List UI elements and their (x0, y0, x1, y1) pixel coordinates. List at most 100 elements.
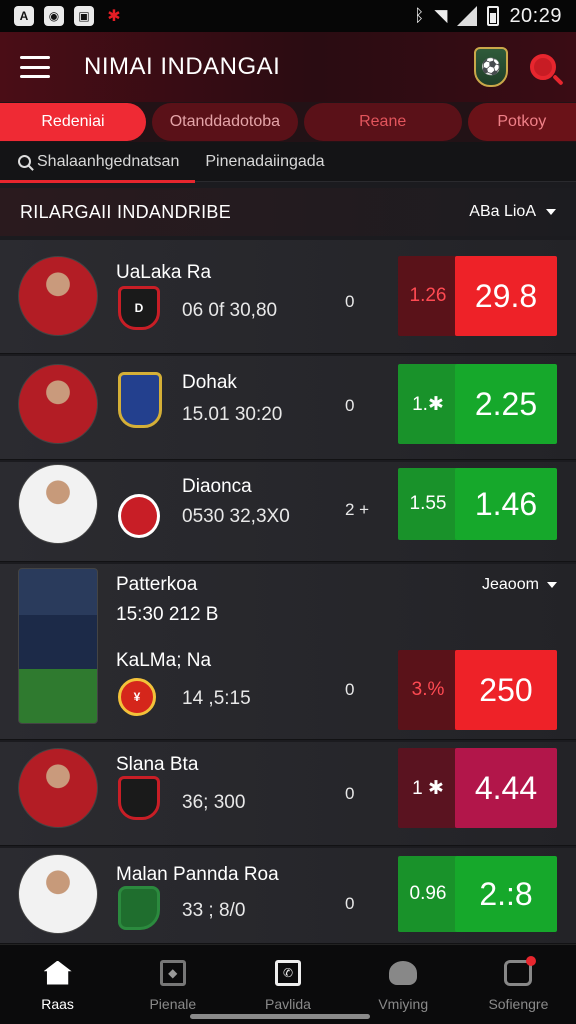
status-bar: A ◉ ▣ ✱ ᛒ ◥ 20:29 (0, 0, 576, 32)
match-score: 0 (345, 784, 355, 803)
team-name: Diaonca (182, 476, 252, 497)
filter-label: ABa LioA (469, 203, 536, 220)
tab-otanddadotoba[interactable]: Otanddadotoba (151, 103, 298, 141)
nav-label: Raas (41, 995, 74, 1012)
menu-icon[interactable] (20, 56, 50, 78)
status-time: 20:29 (509, 4, 562, 27)
tab-reane[interactable]: Reane (303, 103, 462, 141)
club-crest-icon (118, 494, 160, 538)
match-row[interactable]: Diaonca 0530 32,3X0 2 + 1.55 1.46 (0, 462, 576, 562)
home-indicator[interactable] (190, 1014, 370, 1019)
match-score: 0 (345, 292, 355, 311)
match-row[interactable]: UaLaka Ra D 06 0f 30,80 0 1.26 29.8 (0, 240, 576, 354)
team-name: Dohak (182, 372, 237, 393)
match-row[interactable]: Slana Bta 36; 300 0 1 ✱ 4.44 (0, 742, 576, 846)
club-crest-icon (118, 886, 160, 930)
bell-icon (388, 958, 418, 988)
battery-icon (487, 6, 500, 26)
odd-main-button[interactable]: 29.8 (455, 256, 557, 336)
match-time: 06 0f 30,80 (182, 300, 278, 321)
nav-item-home[interactable]: Raas (0, 945, 115, 1024)
search-small-icon (18, 155, 31, 168)
match-time: 33 ; 8/0 (182, 900, 246, 921)
team-name: UaLaka Ra (116, 262, 212, 283)
subtab-search[interactable]: Shalaanhgednatsan (0, 152, 196, 183)
match-score: 2 + (345, 500, 370, 519)
match-time: 15.01 30:20 (182, 404, 283, 425)
filter-dropdown[interactable]: ABa LioA (469, 203, 556, 221)
player-avatar (18, 748, 98, 828)
match-score: 0 (345, 680, 355, 699)
match-row-group[interactable]: Patterkoa 15:30 212 B Jeaoom KaLMa; Na ¥… (0, 564, 576, 740)
card-icon: ◆ (158, 958, 188, 988)
odd-small-button[interactable]: 1.26 (398, 256, 458, 336)
group-filter-dropdown[interactable]: Jeaoom (482, 576, 557, 594)
group-filter-label: Jeaoom (482, 576, 539, 593)
match-time: 36; 300 (182, 792, 246, 813)
nav-label: Sofiengre (488, 995, 549, 1012)
match-row[interactable]: Malan Pannda Roa 33 ; 8/0 0 0.96 2.:8 (0, 848, 576, 944)
odd-main-button[interactable]: 1.46 (455, 468, 557, 540)
nav-label: Pienale (149, 995, 197, 1012)
nav-item-pavlida[interactable]: ✆ Pavlida (230, 945, 345, 1024)
odd-main-button[interactable]: 4.44 (455, 748, 557, 828)
player-avatar (18, 464, 98, 544)
match-score: 0 (345, 396, 355, 415)
category-tabs: Redeniai Otanddadotoba Reane Potkoy (0, 102, 576, 142)
notification-icons: A ◉ ▣ ✱ (14, 6, 124, 26)
nav-item-sofiengre[interactable]: Sofiengre (461, 945, 576, 1024)
app-icon-b: ◉ (44, 6, 64, 26)
match-time: 0530 32,3X0 (182, 506, 290, 527)
match-score: 0 (345, 894, 355, 913)
odd-main-button[interactable]: 250 (455, 650, 557, 730)
chevron-down-icon (546, 209, 556, 215)
nav-item-vmiying[interactable]: Vmiying (346, 945, 461, 1024)
app-icon-a: A (14, 6, 34, 26)
odd-main-button[interactable]: 2.25 (455, 364, 557, 444)
nav-label: Vmiying (378, 995, 429, 1012)
club-crest-icon (118, 372, 162, 428)
settings-icon (503, 955, 537, 988)
player-avatar (18, 568, 98, 724)
bottom-nav: Raas ◆ Pienale ✆ Pavlida Vmiying Sofieng… (0, 944, 576, 1024)
match-row[interactable]: Dohak 15.01 30:20 0 1.✱ 2.25 (0, 356, 576, 460)
home-icon (43, 958, 73, 988)
group-title: Patterkoa (116, 574, 198, 595)
player-avatar (18, 256, 98, 336)
bluetooth-icon: ᛒ (414, 6, 425, 25)
tab-redeniai[interactable]: Redeniai (0, 103, 146, 141)
nav-label: Pavlida (265, 995, 311, 1012)
wifi-icon: ◥ (434, 6, 448, 25)
section-title: RILARGAII INDANDRIBE (20, 201, 232, 222)
app-bar: NIMAI INDANGAI ⚽ (0, 32, 576, 102)
club-crest-icon: D (118, 286, 160, 330)
chevron-down-icon (546, 582, 557, 588)
subtab-second[interactable]: Pinenadaiingada (205, 153, 324, 171)
club-crest-icon (118, 776, 160, 820)
subtab-label: Shalaanhgednatsan (37, 152, 180, 170)
match-time: 14 ,5:15 (182, 688, 251, 709)
sub-tabs: Shalaanhgednatsan Pinenadaiingada (0, 142, 576, 183)
phone-icon: ✆ (273, 958, 303, 988)
odd-small-button[interactable]: 1 ✱ (398, 748, 458, 828)
club-crest-icon: ¥ (118, 678, 156, 716)
group-time: 15:30 212 B (116, 604, 219, 625)
odd-main-button[interactable]: 2.:8 (455, 856, 557, 932)
player-avatar (18, 364, 98, 444)
tab-potkoy[interactable]: Potkoy (467, 103, 576, 141)
odd-small-button[interactable]: 3.% (398, 650, 458, 730)
app-icon-c: ▣ (74, 6, 94, 26)
notification-dot (526, 955, 537, 966)
odd-small-button[interactable]: 0.96 (398, 856, 458, 932)
team-name: KaLMa; Na (116, 650, 212, 671)
section-header: RILARGAII INDANDRIBE ABa LioA (0, 188, 576, 236)
odd-small-button[interactable]: 1.55 (398, 468, 458, 540)
app-title: NIMAI INDANGAI (84, 53, 281, 80)
app-icon-d: ✱ (107, 8, 121, 25)
signal-icon (457, 6, 478, 26)
team-badge-icon[interactable]: ⚽ (474, 47, 508, 87)
team-name: Slana Bta (116, 754, 199, 775)
odd-small-button[interactable]: 1.✱ (398, 364, 458, 444)
search-icon[interactable] (530, 54, 556, 80)
nav-item-pienale[interactable]: ◆ Pienale (115, 945, 230, 1024)
